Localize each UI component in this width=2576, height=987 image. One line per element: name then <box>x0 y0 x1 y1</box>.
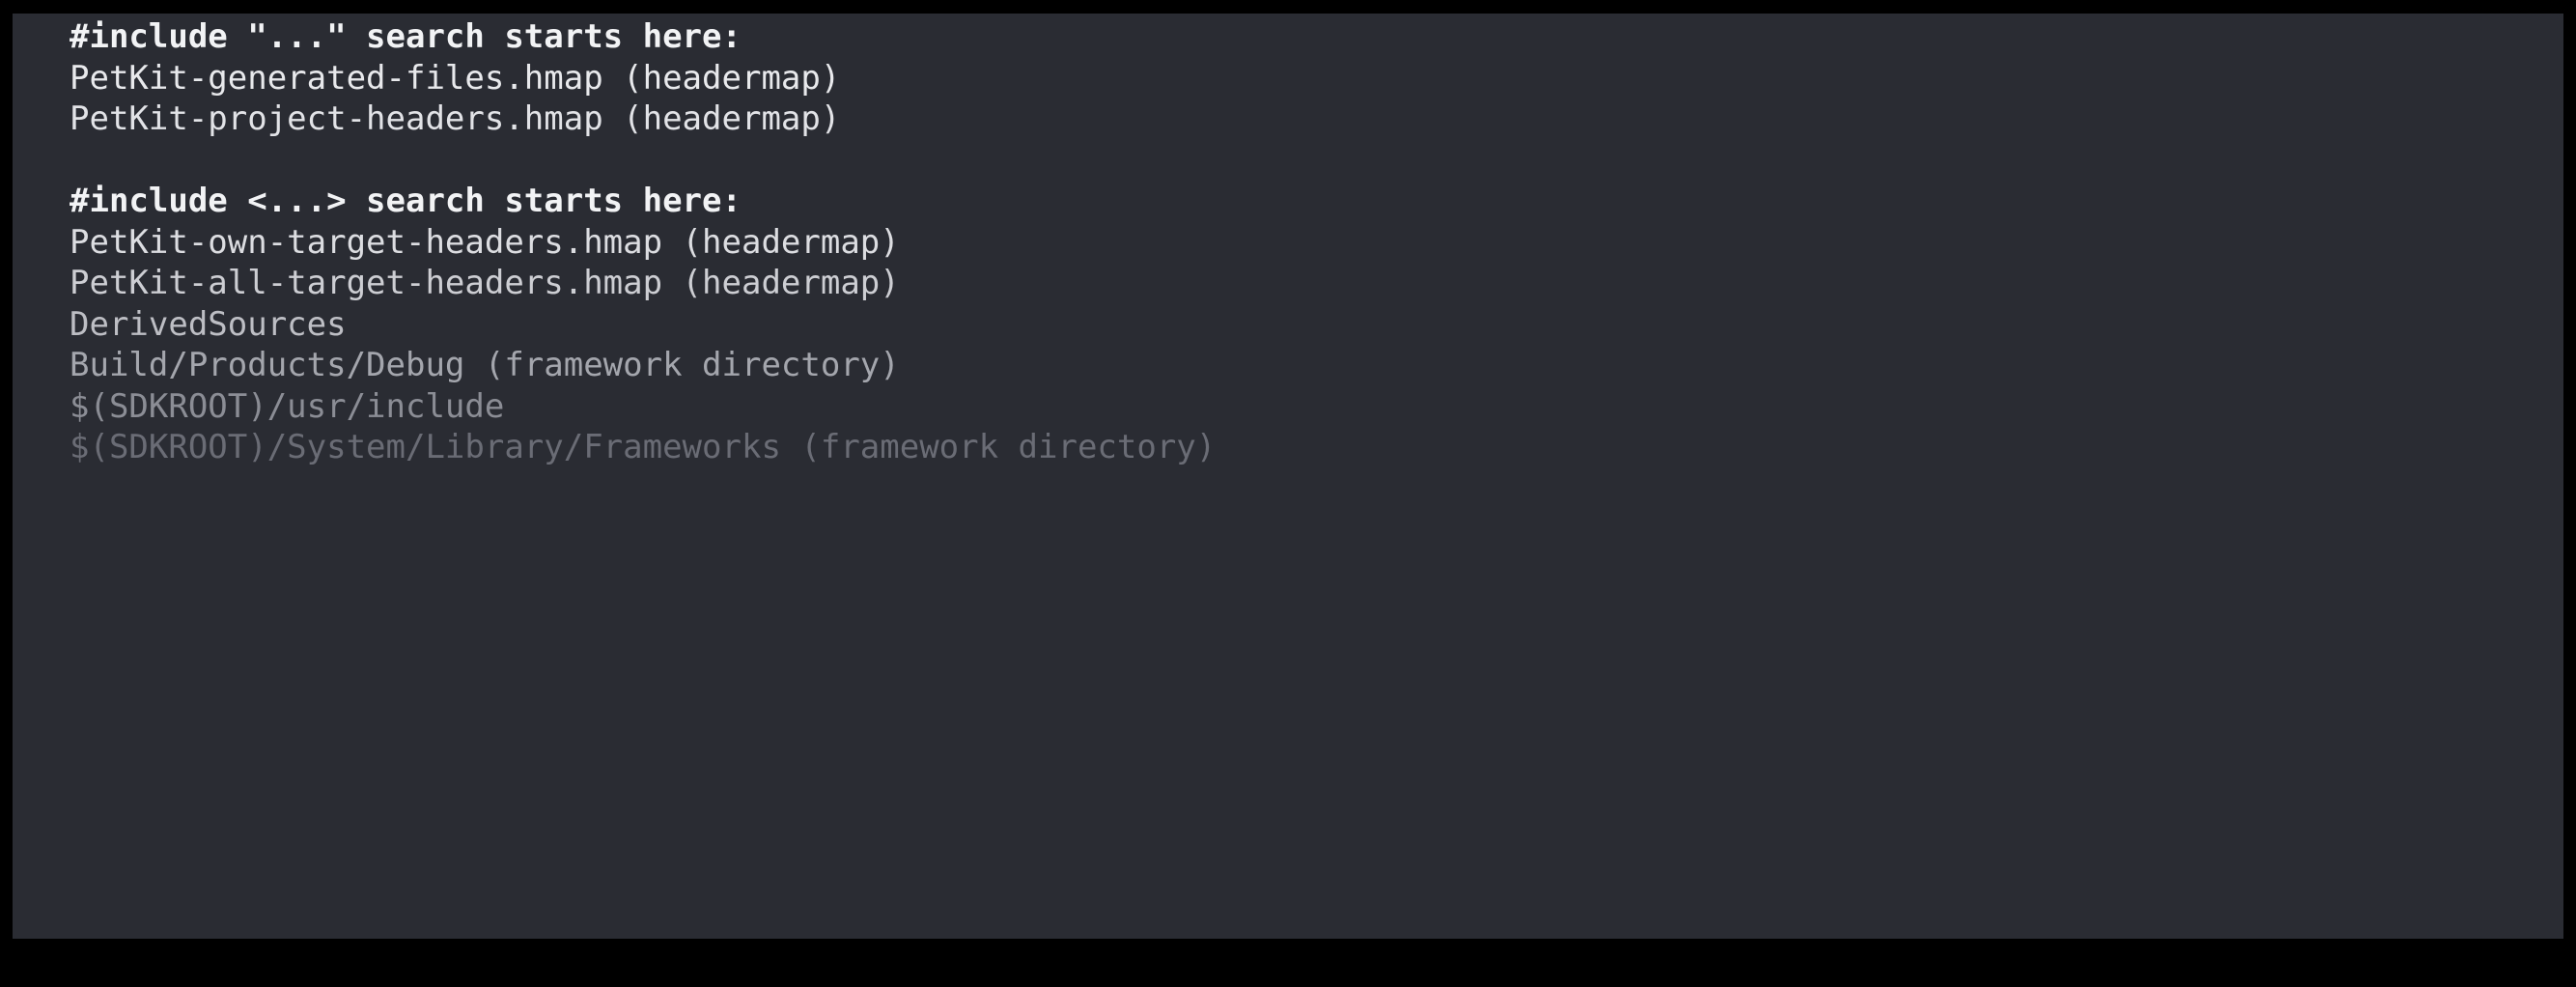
search-path-line: DerivedSources <box>70 304 347 344</box>
search-path-line: PetKit-project-headers.hmap (headermap) <box>70 99 841 138</box>
console-output-text: #include "..." search starts here: PetKit… <box>70 16 2563 468</box>
section-header-line: #include "..." search starts here: <box>70 17 742 56</box>
console-panel[interactable]: #include "..." search starts here: PetKit… <box>13 14 2563 939</box>
search-path-line: PetKit-all-target-headers.hmap (headerma… <box>70 264 900 302</box>
section-header-line: #include <...> search starts here: <box>70 182 742 220</box>
search-path-line: PetKit-own-target-headers.hmap (headerma… <box>70 222 900 262</box>
window-frame: #include "..." search starts here: PetKit… <box>0 0 2576 987</box>
search-path-line: $(SDKROOT)/usr/include <box>70 386 505 426</box>
search-path-line: PetKit-generated-files.hmap (headermap) <box>70 58 841 98</box>
search-path-line: Build/Products/Debug (framework director… <box>70 346 900 384</box>
search-path-line: $(SDKROOT)/System/Library/Frameworks (fr… <box>70 428 1217 466</box>
